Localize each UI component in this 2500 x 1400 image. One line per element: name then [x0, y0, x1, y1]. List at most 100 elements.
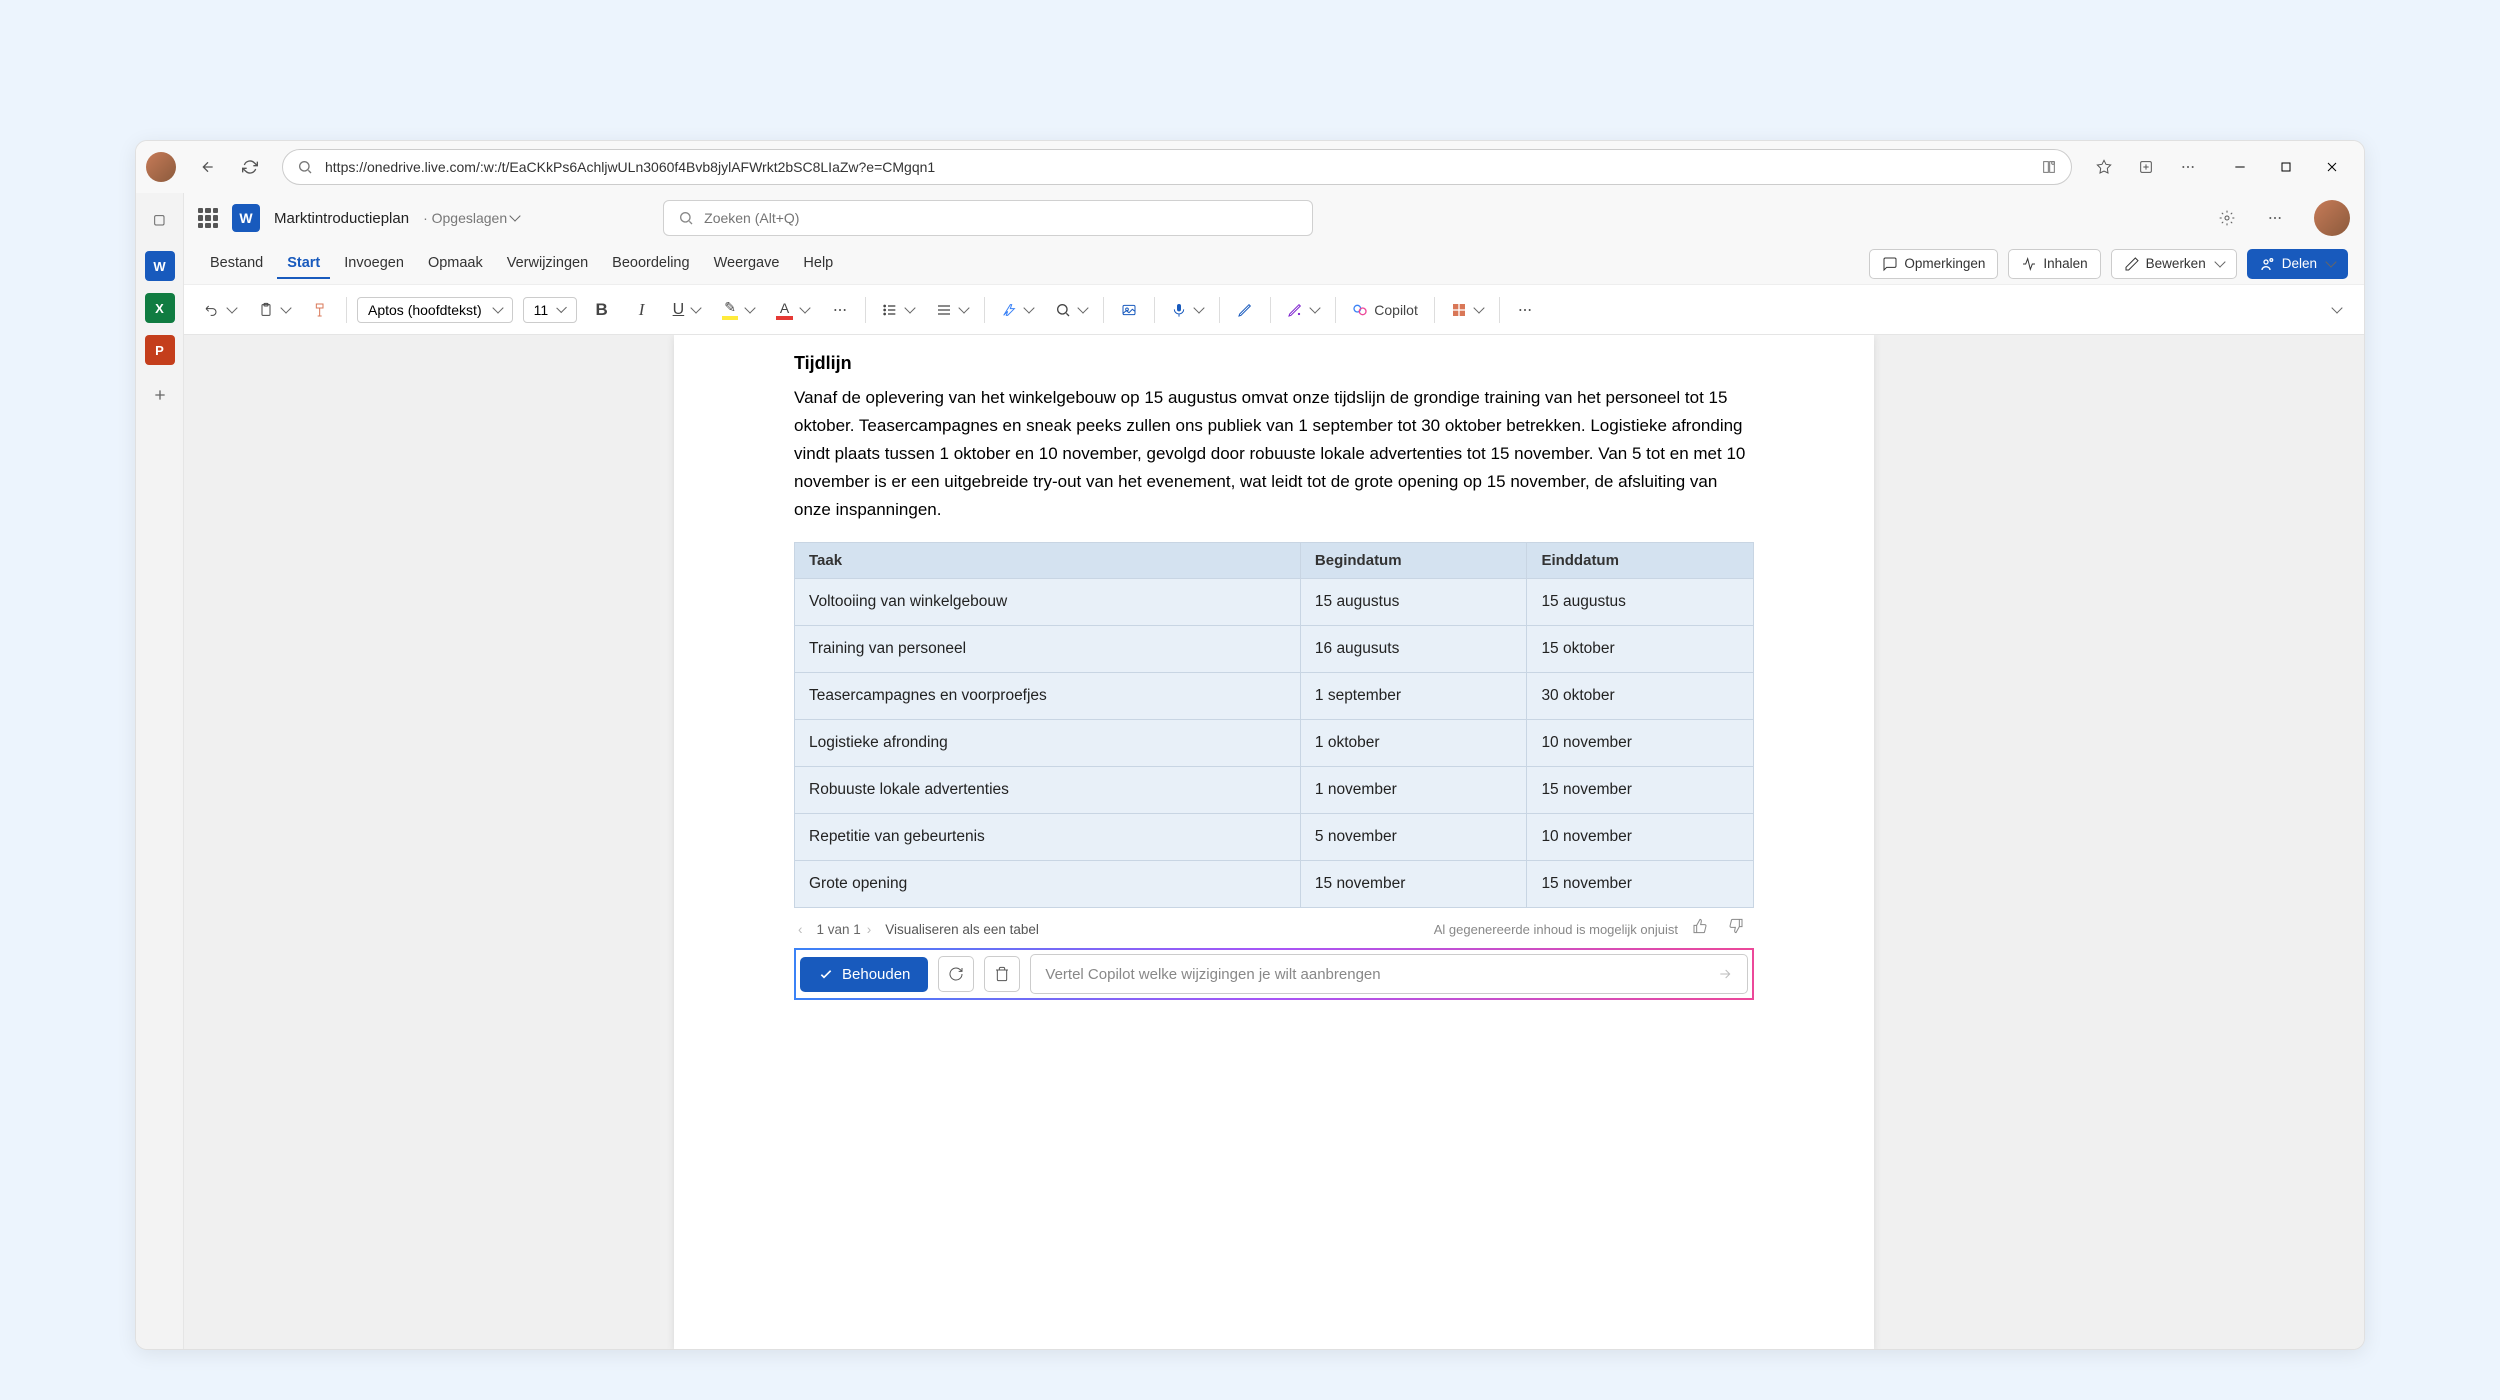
- paste-button[interactable]: [252, 294, 296, 326]
- table-row: Robuuste lokale advertenties1 november15…: [795, 767, 1754, 814]
- ribbon-collapse-icon[interactable]: [2320, 294, 2350, 326]
- table-cell: Logistieke afronding: [795, 720, 1301, 767]
- thumbs-down-icon[interactable]: [1728, 918, 1750, 940]
- find-button[interactable]: [1049, 294, 1093, 326]
- regenerate-button[interactable]: [938, 956, 974, 992]
- ribbon-toolbar: Aptos (hoofdtekst) 11 B I U ✎ A: [184, 285, 2364, 335]
- table-cell: 30 oktober: [1527, 673, 1754, 720]
- font-size-selector[interactable]: 11: [523, 297, 577, 323]
- catchup-button[interactable]: Inhalen: [2008, 249, 2100, 279]
- underline-button[interactable]: U: [667, 294, 707, 326]
- add-app-icon[interactable]: [142, 377, 178, 413]
- table-header: Einddatum: [1527, 543, 1754, 579]
- back-button[interactable]: [190, 149, 226, 185]
- italic-button[interactable]: I: [627, 294, 657, 326]
- table-cell: 1 oktober: [1300, 720, 1527, 767]
- browser-window: https://onedrive.live.com/:w:/t/EaCKkPs6…: [135, 140, 2365, 1350]
- table-cell: 15 november: [1527, 861, 1754, 908]
- browser-titlebar: https://onedrive.live.com/:w:/t/EaCKkPs6…: [136, 141, 2364, 193]
- menu-help[interactable]: Help: [793, 249, 843, 279]
- table-row: Repetitie van gebeurtenis5 november10 no…: [795, 814, 1754, 861]
- app-rail: W X P: [136, 193, 184, 1349]
- powerpoint-app-icon[interactable]: P: [145, 335, 175, 365]
- menu-beoordeling[interactable]: Beoordeling: [602, 249, 699, 279]
- table-cell: 15 november: [1527, 767, 1754, 814]
- align-button[interactable]: [930, 294, 974, 326]
- copilot-pager-row: ‹ 1 van 1 › Visualiseren als een tabel A…: [794, 908, 1754, 948]
- table-cell: 15 oktober: [1527, 626, 1754, 673]
- document-page: Tijdlijn Vanaf de oplevering van het win…: [674, 335, 1874, 1349]
- user-avatar-icon[interactable]: [2314, 200, 2350, 236]
- close-button[interactable]: [2310, 149, 2354, 185]
- dictate-button[interactable]: [1165, 294, 1209, 326]
- table-cell: 16 augusuts: [1300, 626, 1527, 673]
- font-color-button[interactable]: A: [770, 294, 815, 326]
- search-icon: [678, 210, 694, 226]
- menu-start[interactable]: Start: [277, 249, 330, 279]
- maximize-button[interactable]: [2264, 149, 2308, 185]
- minimize-button[interactable]: [2218, 149, 2262, 185]
- more-font-icon[interactable]: [825, 294, 855, 326]
- styles-button[interactable]: [995, 294, 1039, 326]
- app-launcher-icon[interactable]: [198, 208, 218, 228]
- menu-invoegen[interactable]: Invoegen: [334, 249, 414, 279]
- table-row: Logistieke afronding1 oktober10 november: [795, 720, 1754, 767]
- pager-text: 1 van 1: [817, 922, 861, 937]
- copilot-action-bar: Behouden Vertel Copilot welke wijziginge…: [794, 948, 1754, 1000]
- designer-button[interactable]: [1114, 294, 1144, 326]
- copilot-input[interactable]: Vertel Copilot welke wijzigingen je wilt…: [1030, 954, 1748, 994]
- bold-button[interactable]: B: [587, 294, 617, 326]
- format-painter-button[interactable]: [306, 294, 336, 326]
- pager-prev-icon[interactable]: ‹: [798, 922, 803, 937]
- comments-button[interactable]: Opmerkingen: [1869, 249, 1998, 279]
- font-selector[interactable]: Aptos (hoofdtekst): [357, 297, 513, 323]
- profile-avatar-icon[interactable]: [146, 152, 176, 182]
- collections-icon[interactable]: [2128, 149, 2164, 185]
- table-cell: 15 november: [1300, 861, 1527, 908]
- document-canvas[interactable]: Tijdlijn Vanaf de oplevering van het win…: [184, 335, 2364, 1349]
- more-icon[interactable]: [2258, 201, 2292, 235]
- word-app-icon[interactable]: W: [145, 251, 175, 281]
- url-bar[interactable]: https://onedrive.live.com/:w:/t/EaCKkPs6…: [282, 149, 2072, 185]
- settings-icon[interactable]: [2210, 201, 2244, 235]
- discard-button[interactable]: [984, 956, 1020, 992]
- share-button[interactable]: Delen: [2247, 249, 2348, 279]
- visualize-link[interactable]: Visualiseren als een tabel: [885, 922, 1039, 937]
- table-cell: 15 augustus: [1300, 579, 1527, 626]
- menu-weergave[interactable]: Weergave: [704, 249, 790, 279]
- addins-button[interactable]: [1445, 294, 1489, 326]
- excel-app-icon[interactable]: X: [145, 293, 175, 323]
- editor-button[interactable]: [1230, 294, 1260, 326]
- table-cell: Repetitie van gebeurtenis: [795, 814, 1301, 861]
- document-title[interactable]: Marktintroductieplan: [274, 210, 409, 227]
- table-cell: Grote opening: [795, 861, 1301, 908]
- bullets-button[interactable]: [876, 294, 920, 326]
- save-status[interactable]: · Opgeslagen: [423, 210, 519, 226]
- table-cell: Robuuste lokale advertenties: [795, 767, 1301, 814]
- search-box[interactable]: [663, 200, 1313, 236]
- menu-bestand[interactable]: Bestand: [200, 249, 273, 279]
- table-cell: 10 november: [1527, 814, 1754, 861]
- table-row: Teasercampagnes en voorproefjes1 septemb…: [795, 673, 1754, 720]
- edit-mode-button[interactable]: Bewerken: [2111, 249, 2237, 279]
- menu-verwijzingen[interactable]: Verwijzingen: [497, 249, 598, 279]
- search-input[interactable]: [704, 210, 1298, 226]
- send-icon[interactable]: [1717, 966, 1733, 982]
- rail-tab-icon[interactable]: [142, 203, 178, 239]
- rewrite-button[interactable]: [1281, 294, 1325, 326]
- undo-button[interactable]: [198, 294, 242, 326]
- refresh-button[interactable]: [232, 149, 268, 185]
- menu-opmaak[interactable]: Opmaak: [418, 249, 493, 279]
- pager-next-icon[interactable]: ›: [867, 922, 872, 937]
- thumbs-up-icon[interactable]: [1692, 918, 1714, 940]
- menu-bar: BestandStartInvoegenOpmaakVerwijzingenBe…: [184, 243, 2364, 285]
- word-logo-icon: W: [232, 204, 260, 232]
- keep-button[interactable]: Behouden: [800, 957, 928, 992]
- table-row: Training van personeel16 augusuts15 okto…: [795, 626, 1754, 673]
- copilot-button[interactable]: Copilot: [1346, 294, 1424, 326]
- reading-mode-icon[interactable]: [2041, 159, 2057, 175]
- browser-menu-icon[interactable]: [2170, 149, 2206, 185]
- highlight-button[interactable]: ✎: [716, 294, 760, 326]
- favorites-icon[interactable]: [2086, 149, 2122, 185]
- ribbon-more-icon[interactable]: [1510, 294, 1540, 326]
